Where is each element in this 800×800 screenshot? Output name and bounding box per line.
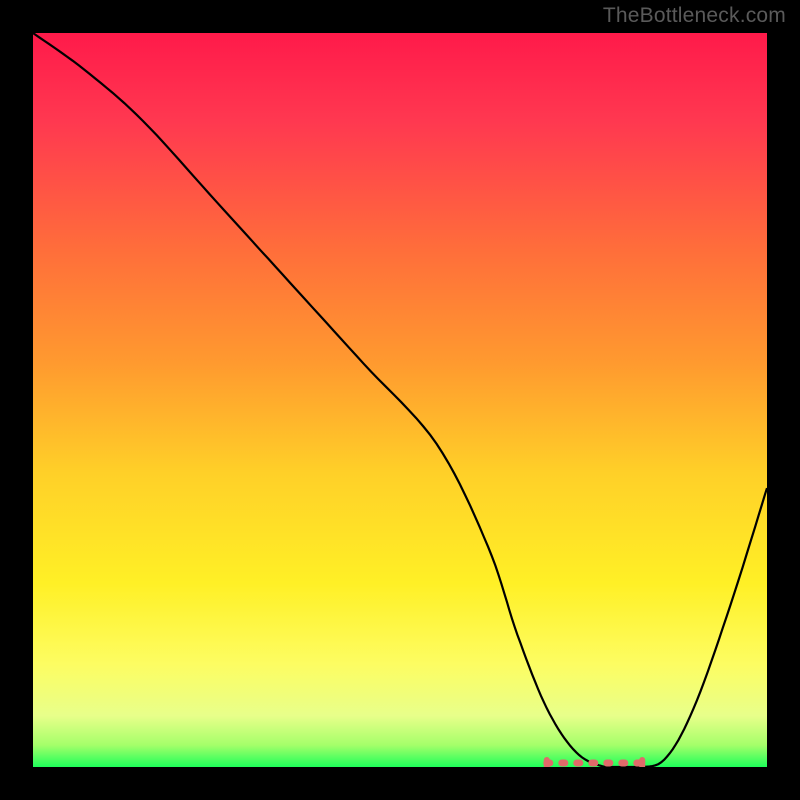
watermark-text: TheBottleneck.com <box>603 4 786 28</box>
chart-svg <box>33 33 767 767</box>
chart-container: TheBottleneck.com <box>0 0 800 800</box>
marker-endcap <box>544 757 550 767</box>
marker-endcap <box>639 757 645 767</box>
plot-area <box>33 33 767 767</box>
